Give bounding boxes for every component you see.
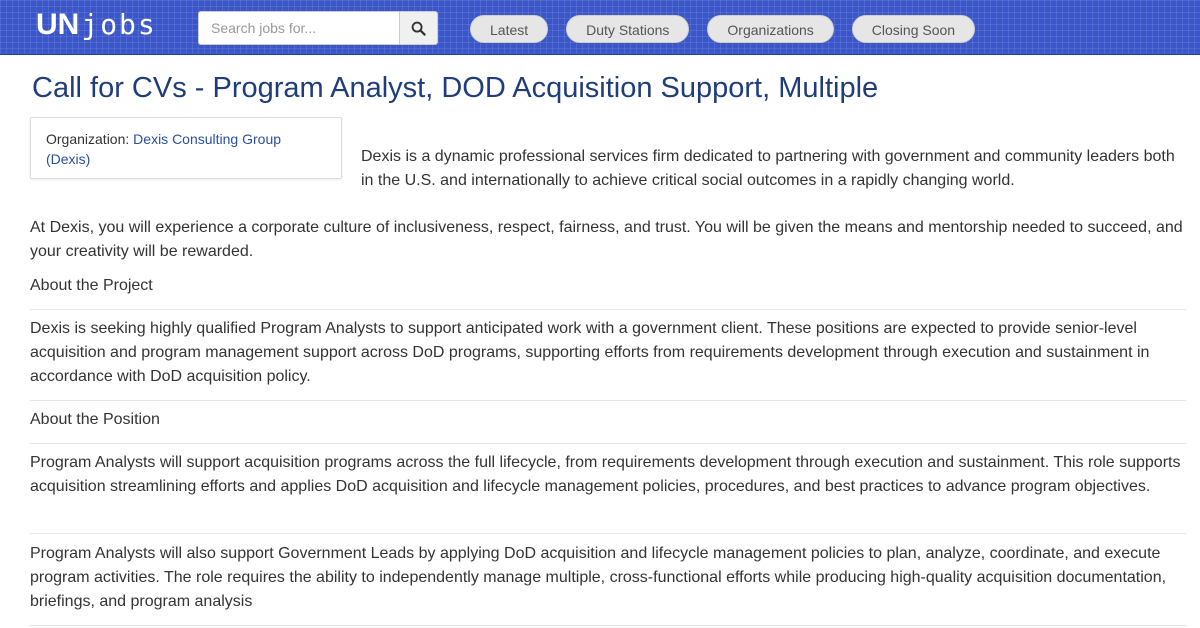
nav-organizations[interactable]: Organizations: [707, 15, 834, 43]
divider: [30, 443, 1186, 444]
divider: [30, 309, 1186, 310]
nav-latest[interactable]: Latest: [470, 15, 549, 43]
organization-label: Organization:: [46, 131, 134, 147]
position-paragraph-2: Program Analysts will also support Gover…: [30, 545, 1167, 610]
logo-un-text: UN: [36, 8, 80, 41]
culture-paragraph: At Dexis, you will experience a corporat…: [30, 219, 1183, 260]
search-form: [198, 11, 438, 45]
nav-duty-stations[interactable]: Duty Stations: [566, 15, 690, 43]
top-navbar: UN jobs Latest Duty Stations Organizatio…: [0, 0, 1200, 55]
search-button[interactable]: [399, 11, 438, 45]
search-icon: [411, 21, 426, 36]
page-title: Call for CVs - Program Analyst, DOD Acqu…: [32, 72, 879, 104]
about-position-heading: About the Position: [30, 411, 160, 428]
unjobs-logo[interactable]: UN jobs: [36, 8, 157, 48]
divider: [30, 625, 1186, 626]
divider: [30, 533, 1186, 534]
position-paragraph-1: Program Analysts will support acquisitio…: [30, 454, 1181, 495]
organization-box: Organization: Dexis Consulting Group (De…: [30, 117, 342, 179]
main-nav: Latest Duty Stations Organizations Closi…: [470, 15, 993, 43]
logo-jobs-text: jobs: [81, 8, 157, 41]
search-input[interactable]: [198, 11, 399, 45]
divider: [30, 400, 1186, 401]
nav-closing-soon[interactable]: Closing Soon: [851, 15, 976, 43]
intro-paragraph: Dexis is a dynamic professional services…: [361, 148, 1175, 189]
about-project-paragraph: Dexis is seeking highly qualified Progra…: [30, 320, 1150, 385]
about-project-heading: About the Project: [30, 277, 153, 294]
